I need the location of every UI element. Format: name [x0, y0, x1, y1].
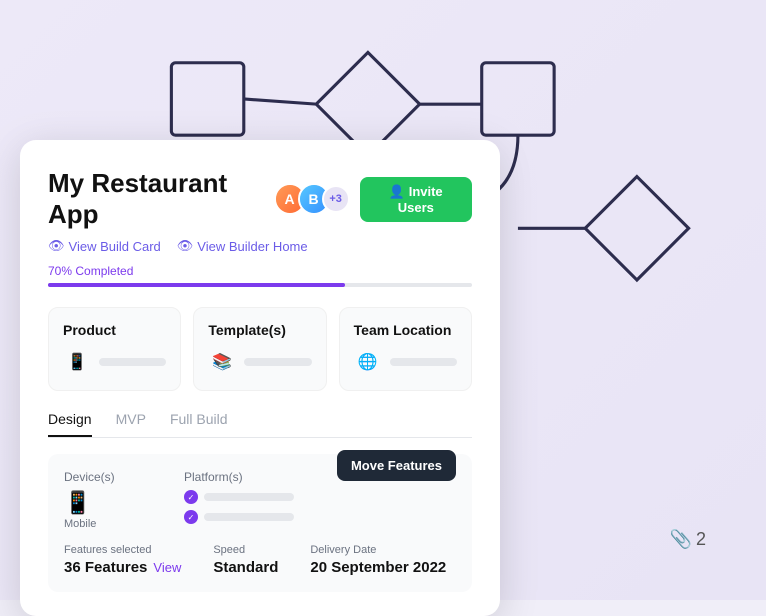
product-icon: 📱 — [63, 348, 91, 376]
info-card-location-title: Team Location — [354, 322, 457, 338]
eye-icon-2: 👁 — [177, 238, 194, 254]
platform-bars — [184, 490, 294, 524]
tab-design[interactable]: Design — [48, 411, 92, 437]
avatar-extra-count: +3 — [322, 185, 350, 213]
header-right: A B +3 👤 Invite Users — [274, 177, 472, 222]
stat-delivery-value: 20 September 2022 — [310, 559, 446, 576]
product-placeholder-bar — [99, 358, 166, 366]
stat-speed-label: Speed — [213, 544, 278, 556]
platform-bar-1 — [204, 493, 294, 501]
tabs-row: Design MVP Full Build — [48, 411, 472, 438]
details-section: Device(s) 📱 Mobile Platform(s) — [48, 454, 472, 592]
card-header: My Restaurant App A B +3 👤 Invite Users — [48, 168, 472, 230]
progress-label: 70% Completed — [48, 264, 472, 278]
tab-mvp[interactable]: MVP — [116, 411, 146, 437]
platform-dot-2 — [184, 510, 198, 524]
links-row: 👁 View Build Card 👁 View Builder Home — [48, 238, 472, 254]
stat-speed: Speed Standard — [213, 544, 278, 576]
info-card-template-title: Template(s) — [208, 322, 311, 338]
stat-features: Features selected 36 Features View — [64, 544, 181, 576]
attachment-icon: 📎 — [670, 529, 692, 550]
attachment-badge: 📎 2 — [670, 529, 706, 550]
info-card-product-content: 📱 — [63, 348, 166, 376]
main-card: My Restaurant App A B +3 👤 Invite Users … — [20, 140, 500, 616]
info-card-product-title: Product — [63, 322, 166, 338]
info-card-product: Product 📱 — [48, 307, 181, 391]
attachment-count: 2 — [696, 529, 706, 550]
details-top-row: Device(s) 📱 Mobile Platform(s) — [64, 470, 456, 530]
info-card-location-content: 🌐 — [354, 348, 457, 376]
template-icon: 📚 — [208, 348, 236, 376]
stat-speed-value: Standard — [213, 559, 278, 576]
device-label: Device(s) — [64, 470, 144, 484]
location-placeholder-bar — [390, 358, 457, 366]
stat-delivery: Delivery Date 20 September 2022 — [310, 544, 446, 576]
stats-row: Features selected 36 Features View Speed… — [64, 544, 456, 576]
location-icon: 🌐 — [354, 348, 382, 376]
move-features-button[interactable]: Move Features — [337, 450, 456, 481]
info-card-template: Template(s) 📚 — [193, 307, 326, 391]
avatar-group: A B +3 — [274, 183, 350, 215]
platform-block: Platform(s) — [184, 470, 294, 524]
view-builder-home-link[interactable]: 👁 View Builder Home — [177, 238, 308, 254]
eye-icon-1: 👁 — [48, 238, 65, 254]
platform-dot-1 — [184, 490, 198, 504]
progress-section: 70% Completed — [48, 264, 472, 287]
device-name: Mobile — [64, 518, 144, 530]
platform-bar-row-1 — [184, 490, 294, 504]
platform-label: Platform(s) — [184, 470, 294, 484]
device-block: Device(s) 📱 Mobile — [64, 470, 144, 530]
invite-users-button[interactable]: 👤 Invite Users — [360, 177, 472, 222]
stat-features-value: 36 Features View — [64, 559, 181, 576]
info-cards-row: Product 📱 Template(s) 📚 Team Location 🌐 — [48, 307, 472, 391]
stat-features-label: Features selected — [64, 544, 181, 556]
stat-delivery-label: Delivery Date — [310, 544, 446, 556]
info-card-location: Team Location 🌐 — [339, 307, 472, 391]
platform-bar-row-2 — [184, 510, 294, 524]
info-card-template-content: 📚 — [208, 348, 311, 376]
view-build-card-link[interactable]: 👁 View Build Card — [48, 238, 161, 254]
tab-full-build[interactable]: Full Build — [170, 411, 228, 437]
template-placeholder-bar — [244, 358, 311, 366]
progress-bar-fill — [48, 283, 345, 287]
app-title: My Restaurant App — [48, 168, 274, 230]
platform-bar-2 — [204, 513, 294, 521]
device-icon: 📱 — [64, 490, 144, 516]
progress-bar-background — [48, 283, 472, 287]
features-view-link[interactable]: View — [153, 560, 181, 575]
